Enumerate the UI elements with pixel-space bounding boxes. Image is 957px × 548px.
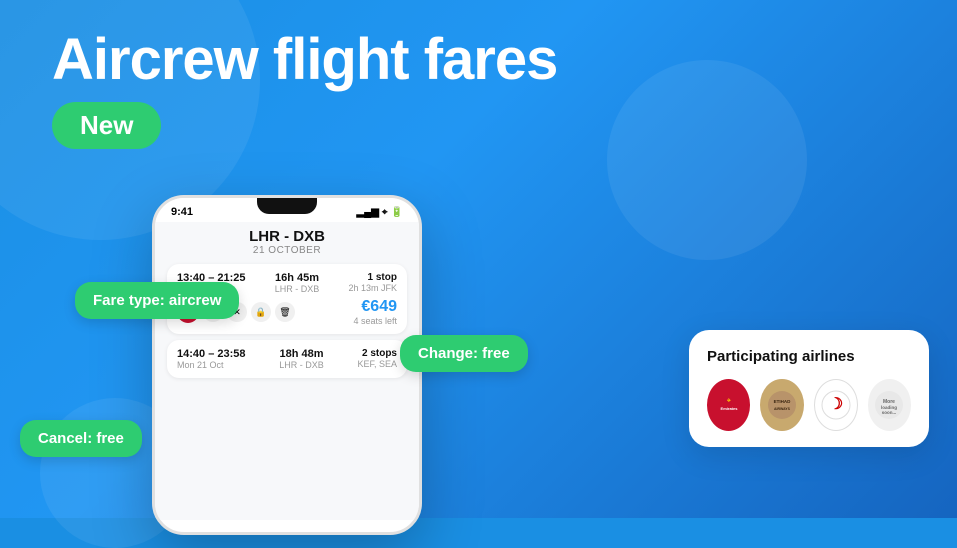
delete-icon[interactable]: 🗑 — [275, 302, 295, 322]
turkish-logo: ☽ — [814, 379, 858, 431]
svg-text:☽: ☽ — [829, 396, 843, 413]
etihad-logo-svg: ETIHAD AIRWAYS — [767, 390, 797, 420]
flight-duration-2: 18h 48m LHR - DXB — [279, 348, 324, 370]
svg-text:Emirates: Emirates — [720, 406, 738, 411]
wifi-icon: ⌖ — [382, 207, 388, 218]
phone-time: 9:41 — [171, 206, 193, 218]
svg-text:soon...: soon... — [882, 410, 897, 415]
flight-stops-1: 1 stop 2h 13m JFK — [348, 272, 397, 293]
phone-content: LHR - DXB 21 OCTOBER 13:40 – 21:25 Mon 2… — [155, 222, 419, 520]
tooltip-fare-type: Fare type: aircrew — [75, 282, 239, 319]
page-title: Aircrew flight fares — [52, 28, 557, 92]
flight-time-2: 14:40 – 23:58 Mon 21 Oct — [177, 348, 246, 370]
emirates-logo-svg: ✈ Emirates — [714, 390, 744, 420]
airlines-card: Participating airlines ✈ Emirates ETIHAD… — [689, 330, 929, 447]
route-date: 21 OCTOBER — [167, 245, 407, 256]
airlines-logos: ✈ Emirates ETIHAD AIRWAYS ☽ More lo — [707, 379, 911, 431]
price-block: €649 4 seats left — [353, 298, 397, 326]
tooltip-cancel: Cancel: free — [20, 420, 142, 457]
airlines-card-title: Participating airlines — [707, 348, 911, 365]
flight-card-2[interactable]: 14:40 – 23:58 Mon 21 Oct 18h 48m LHR - D… — [167, 340, 407, 378]
flight-row-2: 14:40 – 23:58 Mon 21 Oct 18h 48m LHR - D… — [177, 348, 397, 370]
flight-duration-1: 16h 45m LHR - DXB — [275, 272, 320, 294]
new-badge: New — [52, 102, 161, 149]
tooltip-change: Change: free — [400, 335, 528, 372]
deco-circle-2 — [607, 60, 807, 260]
emirates-logo: ✈ Emirates — [707, 379, 750, 431]
phone-notch — [257, 198, 317, 214]
route-title: LHR - DXB — [167, 228, 407, 245]
svg-text:AIRWAYS: AIRWAYS — [774, 407, 791, 411]
status-icons: ▂▄▆ ⌖ 🔋 — [356, 207, 403, 218]
lock-icon[interactable]: 🔒 — [251, 302, 271, 322]
route-header: LHR - DXB 21 OCTOBER — [167, 228, 407, 256]
phone-mockup: 9:41 ▂▄▆ ⌖ 🔋 LHR - DXB 21 OCTOBER 13:40 … — [152, 195, 422, 535]
turkish-logo-svg: ☽ — [821, 390, 851, 420]
etihad-logo: ETIHAD AIRWAYS — [760, 379, 803, 431]
svg-text:ETIHAD: ETIHAD — [774, 399, 792, 404]
flight-stops-2: 2 stops KEF, SEA — [357, 348, 397, 369]
more-airlines-badge: More loading soon... — [868, 379, 911, 431]
header-section: Aircrew flight fares New — [52, 28, 557, 149]
battery-icon: 🔋 — [391, 207, 403, 218]
more-badge-svg: More loading soon... — [874, 390, 904, 420]
signal-icon: ▂▄▆ — [356, 207, 378, 218]
